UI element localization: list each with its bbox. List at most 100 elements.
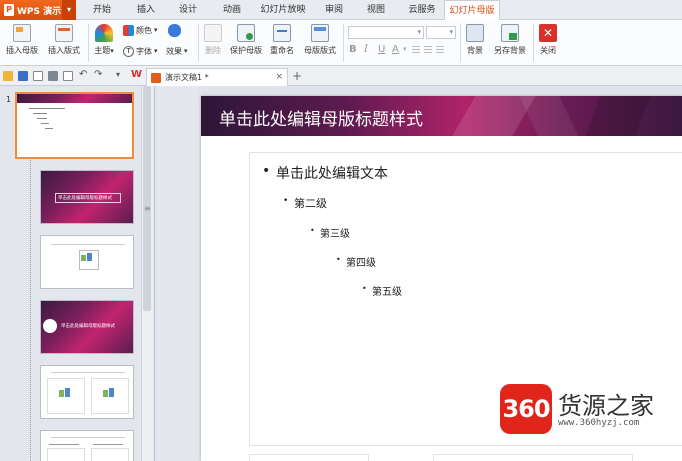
- theme-button[interactable]: 主题▾: [90, 22, 118, 56]
- slide-title-bar[interactable]: 单击此处编辑母版标题样式: [201, 96, 682, 136]
- thumbnail-content-layout[interactable]: [40, 235, 134, 289]
- copy-icon[interactable]: [33, 71, 43, 81]
- slide-number: 1: [6, 95, 12, 104]
- underline-button[interactable]: U: [378, 44, 385, 55]
- tab-cloud[interactable]: 云服务: [402, 0, 442, 20]
- thumb-chart-icon: [59, 390, 64, 397]
- ribbon-divider: [343, 24, 344, 62]
- thumb-title-bar: [17, 94, 132, 103]
- thumb-section-text: 单击此处编辑母版标题样式: [61, 324, 115, 329]
- text-level-3[interactable]: • 第三级: [310, 225, 350, 240]
- app-name: WPS 演示: [17, 6, 62, 17]
- font-size-select[interactable]: ▾: [426, 26, 456, 39]
- thumb-line: [51, 437, 125, 438]
- thumb-chart-icon: [87, 253, 92, 261]
- tab-design[interactable]: 设计: [172, 0, 204, 20]
- chevron-down-icon[interactable]: ▾: [62, 0, 76, 20]
- watermark-name: 货源之家: [558, 392, 654, 420]
- watermark-url: www.360hyzj.com: [558, 418, 640, 428]
- tab-start[interactable]: 开始: [86, 0, 118, 20]
- preview-icon[interactable]: [63, 71, 73, 81]
- save-background-button[interactable]: 另存背景: [490, 22, 530, 56]
- thumb-line: [41, 123, 49, 124]
- text-level-2[interactable]: • 第二级: [283, 195, 327, 211]
- redo-icon[interactable]: ↷: [94, 69, 102, 80]
- tab-review[interactable]: 审阅: [318, 0, 350, 20]
- insert-master-icon: [13, 24, 31, 42]
- thumb-line: [45, 128, 53, 129]
- thumb-line: [33, 113, 47, 114]
- insert-layout-button[interactable]: 插入版式: [44, 22, 84, 56]
- thumb-chart-icon: [103, 390, 108, 397]
- lock-icon: [237, 24, 255, 42]
- effects-top-button[interactable]: [168, 23, 183, 37]
- background-button[interactable]: 背景: [462, 22, 488, 56]
- rename-button[interactable]: 重命名: [267, 22, 297, 56]
- thumb-chart-icon: [81, 255, 86, 261]
- chevron-down-icon[interactable]: ▾: [116, 70, 120, 79]
- thumb-chart-icon: [109, 388, 114, 397]
- theme-icon: [95, 24, 113, 42]
- bold-button[interactable]: B: [349, 44, 357, 55]
- thumbnail-master[interactable]: [15, 92, 134, 159]
- text-level-1[interactable]: • 单击此处编辑文本: [262, 163, 388, 183]
- undo-icon[interactable]: ↶: [79, 69, 87, 80]
- document-tab[interactable]: 演示文稿1 * ×: [146, 68, 288, 86]
- footer-placeholder[interactable]: [433, 454, 633, 461]
- thumb-circle: [43, 319, 57, 333]
- fonts-button[interactable]: T 字体 ▾: [123, 44, 158, 58]
- document-title: 演示文稿1 *: [165, 73, 209, 82]
- grip-icon[interactable]: ≡: [144, 204, 151, 213]
- colors-button[interactable]: 颜色 ▾: [123, 23, 158, 37]
- insert-master-button[interactable]: 插入母版: [2, 22, 42, 56]
- close-master-button[interactable]: ✕ 关闭: [536, 22, 560, 56]
- layout-connector-line: [30, 160, 31, 461]
- thumb-title-text: 单击此处编辑母版标题样式: [58, 196, 112, 201]
- tab-insert[interactable]: 插入: [130, 0, 162, 20]
- preserve-master-button[interactable]: 保护母版: [228, 22, 264, 56]
- rename-icon: [273, 24, 291, 42]
- thumb-chart-icon: [65, 388, 70, 397]
- tab-slideshow[interactable]: 幻灯片放映: [258, 0, 308, 20]
- watermark-badge: 360: [500, 384, 552, 434]
- quick-access-toolbar: ↶ ↷ ▾ W: [0, 66, 682, 86]
- chevron-down-icon: ▾: [417, 28, 421, 36]
- wps-brand-icon[interactable]: W: [131, 69, 142, 80]
- chevron-down-icon[interactable]: ▾: [403, 45, 407, 53]
- thumb-line: [51, 244, 125, 245]
- thumb-line: [93, 444, 123, 445]
- align-buttons[interactable]: [412, 46, 452, 54]
- print-icon[interactable]: [48, 71, 58, 81]
- open-folder-icon[interactable]: [3, 71, 13, 81]
- ribbon-divider: [88, 24, 89, 62]
- effects-button[interactable]: 效果 ▾: [166, 44, 188, 58]
- thumbnail-title-layout[interactable]: 单击此处编辑母版标题样式: [40, 170, 134, 224]
- presentation-file-icon: [151, 72, 161, 83]
- save-icon[interactable]: [18, 71, 28, 81]
- palette-icon: [123, 24, 134, 36]
- tab-animation[interactable]: 动画: [216, 0, 248, 20]
- font-icon: T: [123, 45, 134, 57]
- delete-icon: [204, 24, 222, 42]
- text-level-4[interactable]: • 第四级: [336, 254, 376, 269]
- italic-button[interactable]: I: [364, 44, 368, 55]
- background-icon: [466, 24, 484, 42]
- font-color-button[interactable]: A: [392, 44, 399, 55]
- thumbnail-section-layout[interactable]: 单击此处编辑母版标题样式: [40, 300, 134, 354]
- text-level-5[interactable]: • 第五级: [362, 283, 402, 298]
- thumbnail-comparison-layout[interactable]: [40, 430, 134, 461]
- delete-button[interactable]: 删除: [200, 22, 226, 56]
- font-name-select[interactable]: ▾: [348, 26, 424, 39]
- tab-slide-master[interactable]: 幻灯片母版: [444, 0, 500, 21]
- close-tab-icon[interactable]: ×: [275, 72, 283, 82]
- master-layout-button[interactable]: 母版版式: [300, 22, 340, 56]
- slide-title[interactable]: 单击此处编辑母版标题样式: [219, 105, 423, 130]
- thumbnail-two-content-layout[interactable]: [40, 365, 134, 419]
- layout-icon: [311, 24, 329, 42]
- pane-scrollbar-thumb[interactable]: [143, 86, 151, 311]
- decor-facet: [514, 96, 588, 136]
- new-tab-button[interactable]: +: [292, 69, 302, 83]
- tab-view[interactable]: 视图: [360, 0, 392, 20]
- date-placeholder[interactable]: [249, 454, 369, 461]
- app-menu-button[interactable]: P WPS 演示 ▾: [0, 0, 76, 20]
